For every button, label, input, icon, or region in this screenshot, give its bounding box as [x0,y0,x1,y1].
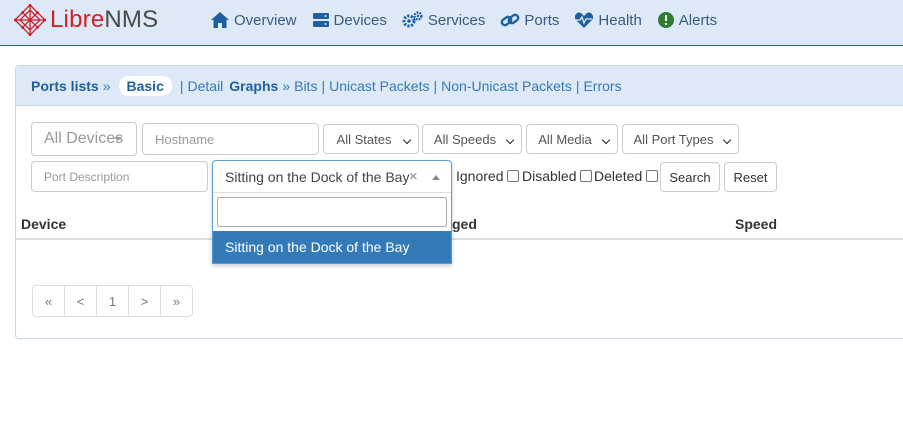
next-page-button[interactable]: > [128,285,161,317]
speeds-value: All Speeds [433,131,497,147]
home-icon [211,12,229,28]
disabled-label: Disabled [522,168,577,184]
errors-link[interactable]: Errors [583,78,621,94]
port-types-value: All Port Types [633,131,714,147]
cogs-icon [402,11,423,28]
all-devices-label: All Devices [44,130,124,147]
unicast-packets-link[interactable]: Unicast Packets [329,78,429,94]
nav-health[interactable]: Health [574,11,642,29]
first-page-button[interactable]: « [32,285,65,317]
ignored-checkbox-group: Ignored [456,168,520,184]
heartbeat-icon [575,12,594,28]
nav-ports[interactable]: Ports [500,11,559,29]
server-icon [312,13,329,27]
deleted-checkbox-group: Deleted [594,168,659,184]
ignored-checkbox[interactable] [507,170,520,182]
reset-button[interactable]: Reset [724,162,777,192]
panel-heading: Ports lists » Basic | Detail Graphs » Bi… [16,66,903,106]
table-header-divider [15,238,903,240]
brand-name: LibreNMS [50,6,158,34]
hostname-input[interactable]: Hostname [142,123,319,155]
nav-devices[interactable]: Devices [312,11,387,29]
nav-alerts[interactable]: Alerts [657,11,717,29]
ports-lists-link[interactable]: Ports lists [31,78,99,94]
port-types-select[interactable]: All Port Types [622,124,739,154]
link-icon [501,13,520,27]
top-navbar: LibreNMS Overview Devices Services Ports… [0,0,903,46]
column-header-device[interactable]: Device [21,216,66,232]
separator: | [433,77,438,94]
speeds-select[interactable]: All Speeds [422,124,522,154]
deleted-label: Deleted [594,168,643,184]
clear-selection-icon[interactable]: × [409,168,418,185]
bits-graph-link[interactable]: Bits [294,78,317,94]
description-select-box[interactable]: Sitting on the Dock of the Bay × [213,161,451,193]
nav-overview[interactable]: Overview [210,11,297,29]
previous-page-button[interactable]: < [64,285,97,317]
media-value: All Media [538,131,592,147]
port-description-input[interactable]: Port Description [31,161,208,192]
select2-search-input[interactable] [217,197,447,227]
deleted-checkbox[interactable] [646,170,659,182]
disabled-checkbox[interactable] [580,170,593,182]
all-devices-dropdown[interactable]: All Devices [31,122,137,156]
separator: | [321,77,326,94]
nav-services-label: Services [427,11,486,29]
detail-view-link[interactable]: Detail [188,78,224,94]
basic-view-button[interactable]: Basic [118,75,172,96]
caret-down-icon [114,137,122,141]
non-unicast-packets-link[interactable]: Non-Unicast Packets [441,78,572,94]
states-value: All States [336,131,392,147]
nav-alerts-label: Alerts [678,11,718,29]
states-select[interactable]: All States [323,124,419,154]
nav-services[interactable]: Services [402,11,486,29]
logo-icon [14,4,46,36]
separator: | [575,77,580,94]
breadcrumb-separator: » [282,77,291,94]
hostname-placeholder: Hostname [155,131,215,147]
nav-ports-label: Ports [524,11,560,29]
graphs-label: Graphs [229,77,279,94]
page-1-button[interactable]: 1 [96,285,129,317]
nav-devices-label: Devices [333,11,387,29]
disabled-checkbox-group: Disabled [522,168,593,184]
nav-health-label: Health [598,11,642,29]
brand-part-nms: NMS [104,6,159,33]
description-select2: Sitting on the Dock of the Bay × Sitting… [212,160,452,264]
brand-part-libre: Libre [50,6,105,33]
librenms-logo[interactable]: LibreNMS [14,3,158,37]
pagination: « < 1 > » [32,285,193,317]
selected-description: Sitting on the Dock of the Bay [225,169,410,185]
breadcrumb-separator: » [102,77,111,94]
exclamation-circle-icon [657,12,674,28]
dropdown-arrow-icon[interactable] [432,175,440,180]
main-nav: Overview Devices Services Ports Health A… [210,0,732,40]
column-header-partial[interactable]: ged [452,216,477,232]
column-header-speed[interactable]: Speed [735,216,777,232]
dropdown-option[interactable]: Sitting on the Dock of the Bay [213,231,451,263]
search-button[interactable]: Search [660,162,720,192]
nav-overview-label: Overview [234,11,297,29]
port-description-placeholder: Port Description [44,169,130,184]
separator: | [179,77,184,94]
media-select[interactable]: All Media [526,124,618,154]
ignored-label: Ignored [456,168,504,184]
last-page-button[interactable]: » [160,285,193,317]
